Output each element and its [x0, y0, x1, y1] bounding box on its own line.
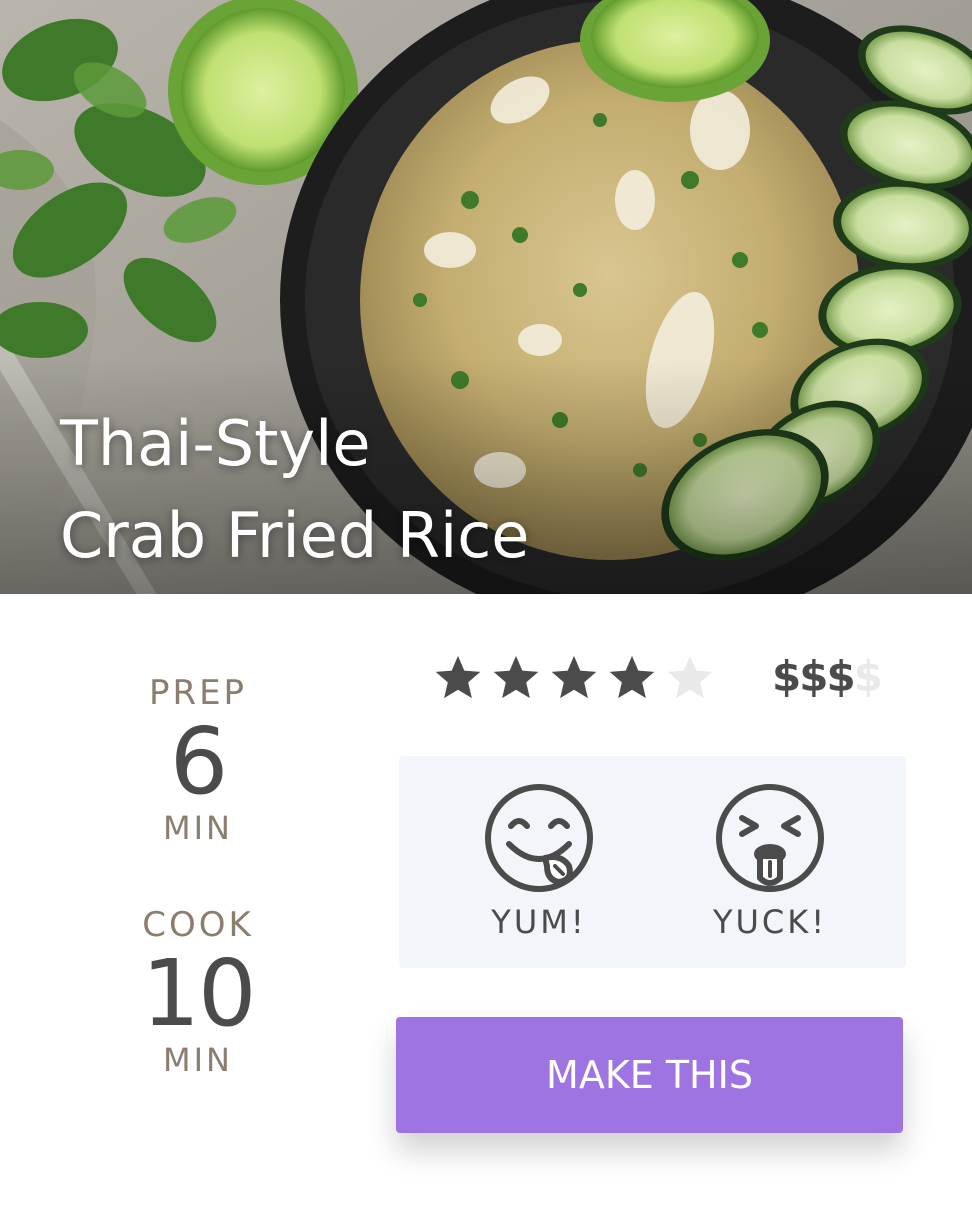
yuck-face-icon	[716, 784, 824, 892]
yuck-label: YUCK!	[712, 903, 828, 941]
prep-time-value: 6	[169, 708, 229, 815]
cook-time-unit: MIN	[163, 1041, 233, 1079]
recipe-title: Thai-Style Crab Fried Rice	[60, 398, 529, 582]
prep-time-unit: MIN	[163, 809, 233, 847]
recipe-title-line2: Crab Fried Rice	[60, 499, 530, 572]
yum-label: YUM!	[491, 903, 587, 941]
yum-button[interactable]: YUM!	[459, 782, 619, 944]
yum-face-icon	[485, 784, 593, 892]
star-rating[interactable]	[432, 652, 716, 706]
star-icon-filled[interactable]	[548, 652, 600, 704]
yuck-button[interactable]: YUCK!	[690, 782, 850, 944]
price-level-active: $$$	[772, 652, 856, 701]
make-this-button[interactable]: MAKE THIS	[396, 1017, 903, 1133]
star-icon-filled[interactable]	[432, 652, 484, 704]
star-icon-empty[interactable]	[664, 652, 716, 704]
price-level: $$$$	[772, 650, 883, 704]
cook-time-value: 10	[141, 940, 256, 1047]
reaction-panel: YUM! YUCK!	[399, 756, 906, 968]
prep-time: PREP 6 MIN	[100, 670, 296, 848]
recipe-hero-image: Thai-Style Crab Fried Rice	[0, 0, 972, 594]
star-icon-filled[interactable]	[606, 652, 658, 704]
cook-time: COOK 10 MIN	[100, 902, 296, 1080]
price-level-inactive: $	[853, 652, 883, 701]
star-icon-filled[interactable]	[490, 652, 542, 704]
recipe-title-line1: Thai-Style	[60, 407, 371, 480]
